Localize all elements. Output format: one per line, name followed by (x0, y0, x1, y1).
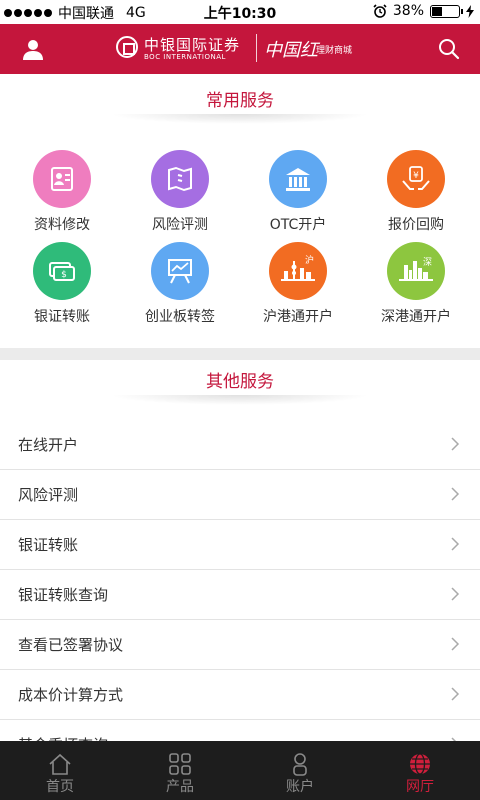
board-chart-icon (151, 242, 209, 300)
shanghai-skyline-icon: 沪 (269, 242, 327, 300)
service-bank-transfer[interactable]: $ 银证转账 (2, 242, 122, 337)
bank-building-icon (269, 150, 327, 208)
status-right: 38% (373, 3, 474, 19)
service-risk-assessment[interactable]: 风险评测 (120, 150, 240, 245)
service-sz-hk-connect[interactable]: 深 深港通开户 (356, 242, 476, 337)
chevron-right-icon (451, 637, 460, 651)
tab-label: 首页 (46, 779, 74, 795)
common-services-divider (110, 114, 370, 124)
tab-label: 产品 (166, 779, 194, 795)
service-label: 银证转账 (34, 309, 90, 325)
battery-icon (430, 4, 463, 18)
charging-bolt-icon (466, 4, 474, 18)
brand-mall-label: 理财商城 (316, 46, 353, 56)
chevron-right-icon (451, 687, 460, 701)
list-item-label: 银证转账查询 (18, 586, 109, 604)
brand-logo: 中银国际证券 BOC INTERNATIONAL 中国红 理财商城 (116, 32, 366, 66)
brand-red-logo: 中国红 (264, 40, 318, 61)
list-item-label: 风险评测 (18, 486, 79, 504)
chevron-right-icon (451, 437, 460, 451)
grid-icon (169, 753, 191, 775)
section-separator (0, 348, 480, 360)
svg-text:沪: 沪 (305, 254, 314, 266)
tab-online-hall[interactable]: 网厅 (360, 741, 480, 800)
status-bar: 中国联通 4G 上午10:30 38% (0, 0, 480, 24)
app-header: 中银国际证券 BOC INTERNATIONAL 中国红 理财商城 (0, 24, 480, 74)
globe-icon (410, 753, 430, 775)
shenzhen-skyline-icon: 深 (387, 242, 445, 300)
tab-label: 账户 (286, 779, 314, 795)
list-item-online-account[interactable]: 在线开户 (0, 420, 480, 470)
service-label: OTC开户 (269, 217, 327, 233)
list-item-bank-transfer[interactable]: 银证转账 (0, 520, 480, 570)
user-icon[interactable] (20, 37, 46, 63)
service-label: 报价回购 (388, 217, 444, 233)
brand-name-cn: 中银国际证券 (144, 36, 241, 54)
common-services-title: 常用服务 (206, 91, 274, 111)
chevron-right-icon (451, 537, 460, 551)
chevron-right-icon (451, 587, 460, 601)
tab-label: 网厅 (406, 779, 434, 795)
risk-assessment-icon (151, 150, 209, 208)
home-icon (49, 753, 71, 775)
list-item-signed-agreements[interactable]: 查看已签署协议 (0, 620, 480, 670)
service-label: 资料修改 (34, 217, 90, 233)
money-transfer-icon: $ (33, 242, 91, 300)
brand-name-en: BOC INTERNATIONAL (144, 53, 226, 61)
svg-text:深: 深 (423, 257, 432, 268)
svg-text:¥: ¥ (413, 171, 419, 181)
yuan-hands-icon: ¥ (387, 150, 445, 208)
service-label: 沪港通开户 (263, 309, 333, 325)
list-item-label: 在线开户 (18, 436, 79, 454)
list-item-risk-assessment[interactable]: 风险评测 (0, 470, 480, 520)
tab-account[interactable]: 账户 (240, 741, 360, 800)
profile-edit-icon (33, 150, 91, 208)
other-services-title: 其他服务 (206, 372, 274, 392)
battery-percent: 38% (392, 3, 424, 19)
service-sh-hk-connect[interactable]: 沪 沪港通开户 (238, 242, 358, 337)
service-quote-repo[interactable]: ¥ 报价回购 (356, 150, 476, 245)
tab-products[interactable]: 产品 (120, 741, 240, 800)
list-item-transfer-query[interactable]: 银证转账查询 (0, 570, 480, 620)
service-label: 创业板转签 (145, 309, 215, 325)
list-item-label: 成本价计算方式 (18, 686, 124, 704)
service-otc-account[interactable]: OTC开户 (238, 150, 358, 245)
tab-home[interactable]: 首页 (0, 741, 120, 800)
service-label: 深港通开户 (381, 309, 451, 325)
list-item-label: 查看已签署协议 (18, 636, 124, 654)
account-icon (293, 753, 307, 776)
service-label: 风险评测 (152, 217, 208, 233)
logo-divider (256, 34, 257, 62)
boc-logo-icon (116, 36, 138, 58)
bottom-tab-bar: 首页 产品 账户 网厅 (0, 741, 480, 800)
service-profile-edit[interactable]: 资料修改 (2, 150, 122, 245)
alarm-icon (373, 4, 387, 18)
chevron-right-icon (451, 487, 460, 501)
list-item-cost-price-method[interactable]: 成本价计算方式 (0, 670, 480, 720)
svg-text:$: $ (61, 270, 67, 280)
list-item-label: 银证转账 (18, 536, 79, 554)
service-gem-board[interactable]: 创业板转签 (120, 242, 240, 337)
other-services-divider (110, 395, 370, 405)
search-icon[interactable] (436, 36, 462, 62)
